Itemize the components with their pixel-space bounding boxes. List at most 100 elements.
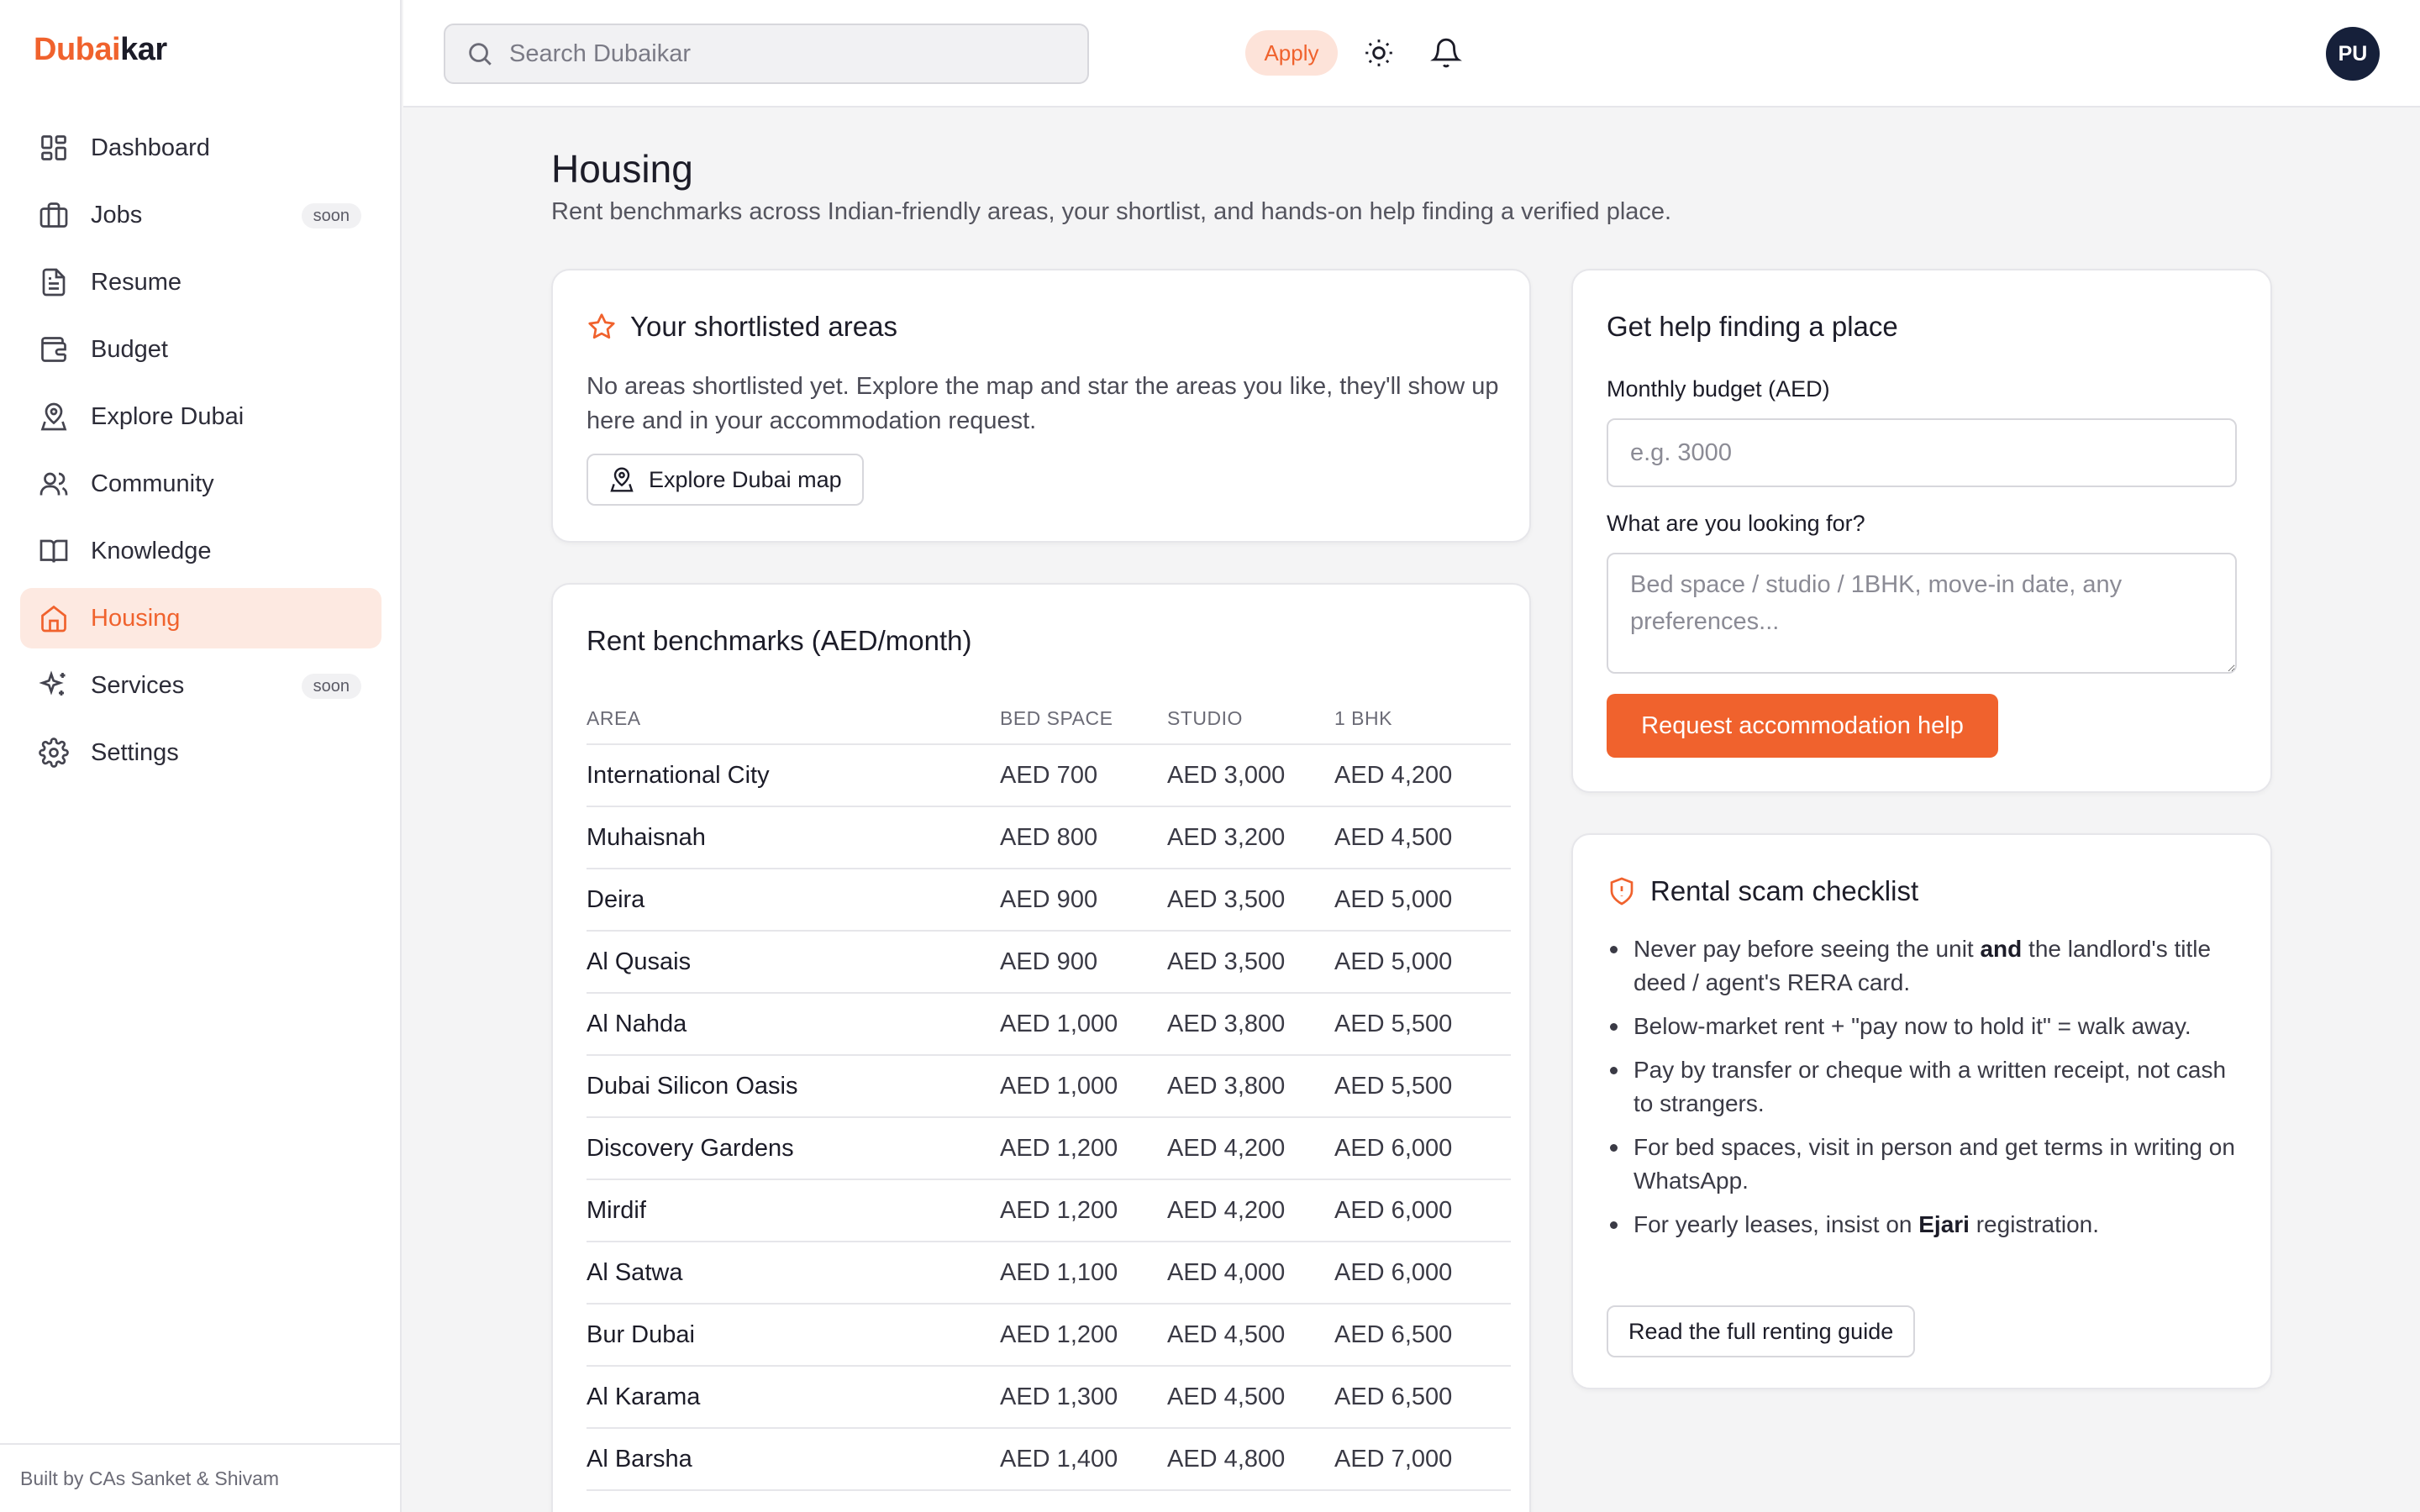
sidebar-nav: Dashboard Jobs soon Resume Budget Explor…: [20, 118, 381, 790]
sidebar-item-jobs[interactable]: Jobs soon: [20, 185, 381, 245]
cell-bed-space: AED 1,200: [1000, 1304, 1167, 1367]
column-header-bed-space[interactable]: BED SPACE: [1000, 694, 1167, 745]
request-accommodation-button[interactable]: Request accommodation help: [1607, 694, 1998, 758]
budget-input[interactable]: [1607, 418, 2237, 487]
page-subtitle: Rent benchmarks across Indian-friendly a…: [551, 198, 1672, 225]
sidebar-item-knowledge[interactable]: Knowledge: [20, 521, 381, 581]
cell-1bhk: AED 5,000: [1334, 931, 1511, 994]
scam-checklist: Never pay before seeing the unit and the…: [1607, 932, 2245, 1252]
explore-map-button-label: Explore Dubai map: [649, 466, 842, 492]
list-item-emphasis: Ejari: [1918, 1211, 1970, 1237]
cell-studio: AED 4,200: [1167, 1117, 1334, 1180]
cell-area: Al Satwa: [587, 1242, 1000, 1305]
sidebar-item-housing[interactable]: Housing: [20, 588, 381, 648]
list-item: Never pay before seeing the unit and the…: [1607, 932, 2245, 1000]
column-header-studio[interactable]: STUDIO: [1167, 694, 1334, 745]
sidebar-item-dashboard[interactable]: Dashboard: [20, 118, 381, 178]
list-item-text: For yearly leases, insist on: [1634, 1211, 1919, 1237]
rent-benchmarks-title: Rent benchmarks (AED/month): [587, 625, 972, 656]
shortlist-title-text: Your shortlisted areas: [630, 311, 897, 342]
cell-bed-space: AED 700: [1000, 744, 1167, 807]
cell-area: Al Barsha: [587, 1428, 1000, 1491]
cell-1bhk: AED 6,000: [1334, 1117, 1511, 1180]
sidebar-item-explore-dubai[interactable]: Explore Dubai: [20, 386, 381, 447]
star-icon: [588, 313, 615, 339]
list-item-text: Below-market rent + "pay now to hold it"…: [1634, 1013, 2191, 1039]
table-row: Discovery Gardens AED 1,200 AED 4,200 AED 6…: [587, 1117, 1511, 1180]
app-logo[interactable]: Dubaikar: [34, 32, 167, 68]
table-row: Al Qusais AED 900 AED 3,500 AED 5,000: [587, 931, 1511, 994]
sidebar-item-community[interactable]: Community: [20, 454, 381, 514]
soon-badge: soon: [301, 203, 361, 228]
scam-checklist-card: Rental scam checklist Never pay before s…: [1571, 833, 2272, 1389]
sidebar-item-budget[interactable]: Budget: [20, 319, 381, 380]
budget-label: Monthly budget (AED): [1607, 376, 1830, 402]
cell-bed-space: AED 1,300: [1000, 1366, 1167, 1429]
cell-studio: AED 3,200: [1167, 806, 1334, 869]
table-row: International City AED 700 AED 3,000 AED 4,…: [587, 744, 1511, 807]
looking-for-textarea[interactable]: [1607, 553, 2237, 674]
cell-area: Bur Dubai: [587, 1304, 1000, 1367]
top-bar: Apply PU: [403, 0, 2420, 108]
looking-for-label: What are you looking for?: [1607, 511, 1865, 536]
cell-area: Discovery Gardens: [587, 1117, 1000, 1180]
column-header-area[interactable]: AREA: [587, 694, 1000, 745]
cell-1bhk: AED 6,500: [1334, 1304, 1511, 1367]
cell-1bhk: AED 7,000: [1334, 1428, 1511, 1491]
cell-1bhk: AED 5,500: [1334, 993, 1511, 1056]
explore-map-button[interactable]: Explore Dubai map: [587, 454, 864, 506]
cell-bed-space: AED 900: [1000, 869, 1167, 932]
cell-bed-space: AED 1,400: [1000, 1428, 1167, 1491]
cell-bed-space: AED 1,200: [1000, 1179, 1167, 1242]
table-row: Al Nahda AED 1,000 AED 3,800 AED 5,500: [587, 993, 1511, 1056]
book-icon: [39, 539, 68, 563]
sidebar-item-label: Knowledge: [91, 537, 212, 564]
cell-1bhk: AED 4,200: [1334, 744, 1511, 807]
cell-1bhk: AED 5,500: [1334, 1055, 1511, 1118]
sparkles-icon: [39, 670, 66, 696]
cell-bed-space: AED 1,000: [1000, 1055, 1167, 1118]
cell-area: International City: [587, 744, 1000, 807]
help-card: Get help finding a place Monthly budget …: [1571, 269, 2272, 793]
cell-studio: AED 4,000: [1167, 1242, 1334, 1305]
avatar[interactable]: PU: [2326, 27, 2380, 81]
cell-studio: AED 4,200: [1167, 1179, 1334, 1242]
table-header-row: AREA BED SPACE STUDIO 1 BHK: [587, 694, 1511, 745]
table-row: Deira AED 900 AED 3,500 AED 5,000: [587, 869, 1511, 932]
cell-1bhk: AED 6,000: [1334, 1179, 1511, 1242]
cell-studio: AED 3,500: [1167, 931, 1334, 994]
sidebar-item-label: Budget: [91, 335, 168, 363]
renting-guide-button[interactable]: Read the full renting guide: [1607, 1305, 1916, 1357]
sidebar-item-resume[interactable]: Resume: [20, 252, 381, 312]
table-row: Dubai Silicon Oasis AED 1,000 AED 3,800 AED…: [587, 1055, 1511, 1118]
sun-icon[interactable]: [1363, 37, 1395, 69]
table-row: Muhaisnah AED 800 AED 3,200 AED 4,500: [587, 806, 1511, 869]
cell-1bhk: AED 4,500: [1334, 806, 1511, 869]
list-item: Pay by transfer or cheque with a written…: [1607, 1053, 2245, 1121]
table-row: Al Satwa AED 1,100 AED 4,000 AED 6,000: [587, 1242, 1511, 1305]
list-item: Below-market rent + "pay now to hold it"…: [1607, 1010, 2245, 1043]
bell-icon[interactable]: [1430, 37, 1462, 69]
sidebar-item-services[interactable]: Services soon: [20, 655, 381, 716]
sidebar-item-label: Services: [91, 671, 185, 699]
soon-badge: soon: [301, 674, 361, 699]
briefcase-icon: [39, 202, 68, 228]
cell-studio: AED 3,800: [1167, 1055, 1334, 1118]
table-row: Bur Dubai AED 1,200 AED 4,500 AED 6,500: [587, 1304, 1511, 1367]
list-item-text: Pay by transfer or cheque with a written…: [1634, 1057, 2227, 1116]
column-header-1bhk[interactable]: 1 BHK: [1334, 694, 1511, 745]
page-title: Housing: [551, 147, 693, 191]
search-input[interactable]: [509, 39, 1013, 68]
apply-button[interactable]: Apply: [1245, 30, 1338, 76]
sidebar-item-label: Explore Dubai: [91, 402, 245, 430]
document-icon: [42, 268, 66, 297]
cell-bed-space: AED 1,000: [1000, 993, 1167, 1056]
sidebar-item-settings[interactable]: Settings: [20, 722, 381, 783]
sidebar-item-label: Settings: [91, 738, 179, 766]
search-box[interactable]: [444, 24, 1089, 84]
sidebar-footer: Built by CAs Sanket & Shivam: [0, 1443, 400, 1512]
list-item: For yearly leases, insist on Ejari regis…: [1607, 1208, 2245, 1242]
cell-studio: AED 4,500: [1167, 1366, 1334, 1429]
cell-bed-space: AED 900: [1000, 931, 1167, 994]
cell-studio: AED 4,500: [1167, 1304, 1334, 1367]
